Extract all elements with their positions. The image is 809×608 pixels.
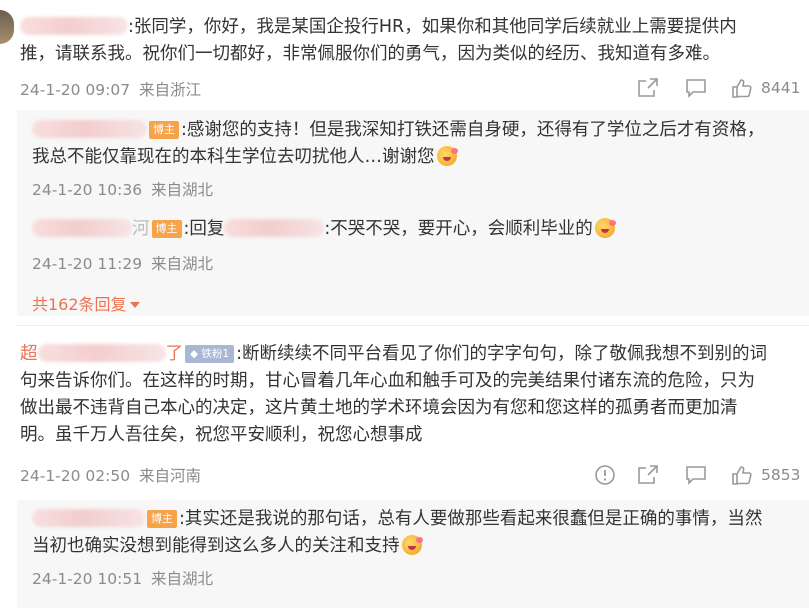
reply-name-tail[interactable]: 河 bbox=[132, 219, 150, 239]
reply-target-blurred[interactable] bbox=[224, 219, 325, 237]
comment-location: 来自河南 bbox=[139, 467, 202, 485]
comment-name-head[interactable]: 超 bbox=[20, 344, 38, 364]
reply-location: 来自湖北 bbox=[151, 255, 214, 273]
reply-meta: 24-1-20 11:29 来自湖北 bbox=[32, 253, 213, 275]
reply-prefix: :回复 bbox=[183, 219, 225, 239]
comment-location: 来自浙江 bbox=[139, 81, 202, 99]
avatar[interactable] bbox=[0, 10, 14, 44]
like-count: 5853 bbox=[761, 466, 801, 484]
divider bbox=[17, 325, 809, 326]
reply-line-1: :不哭不哭，要开心，会顺利毕业的 bbox=[324, 219, 593, 239]
comment-name-tail[interactable]: 了 bbox=[166, 344, 184, 364]
emoji-icon bbox=[594, 218, 616, 238]
username-blurred[interactable] bbox=[37, 344, 166, 362]
share-icon[interactable] bbox=[637, 465, 659, 485]
reply-date: 24-1-20 10:51 bbox=[32, 570, 143, 588]
comment-meta: 24-1-20 09:07 来自浙江 bbox=[20, 79, 201, 101]
host-badge: 博主 bbox=[149, 121, 179, 139]
username-blurred[interactable] bbox=[32, 509, 145, 527]
reply-line-2: 当初也确实没想到能得到这么多人的关注和支持 bbox=[32, 536, 400, 556]
reply-date: 24-1-20 10:36 bbox=[32, 181, 143, 199]
reply-location: 来自湖北 bbox=[151, 181, 214, 199]
chevron-down-icon bbox=[129, 302, 140, 308]
comment-line-4: 明。虽千万人吾往矣，祝您平安顺利，祝您心想事成 bbox=[20, 425, 423, 445]
host-badge: 博主 bbox=[147, 510, 177, 528]
more-replies-link[interactable]: 共162条回复 bbox=[32, 291, 140, 315]
comment-text: :张同学，你好，我是某国企投行HR，如果你和其他同学后续就业上需要提供内 推，请… bbox=[20, 14, 809, 68]
comment-icon[interactable] bbox=[685, 465, 707, 485]
replies-box-1: 博主:感谢您的支持！但是我深知打铁还需自身硬，还得有了学位之后才有资格， 我总不… bbox=[17, 110, 809, 316]
reply-line-1: :感谢您的支持！但是我深知打铁还需自身硬，还得有了学位之后才有资格， bbox=[181, 120, 765, 140]
reply-line-2: 我总不能仅靠现在的本科生学位去叨扰他人…谢谢您 bbox=[32, 147, 435, 167]
emoji-icon bbox=[401, 535, 423, 555]
comment-icon[interactable] bbox=[685, 78, 707, 98]
comment-date: 24-1-20 02:50 bbox=[20, 467, 131, 485]
emoji-icon bbox=[436, 146, 458, 166]
report-icon[interactable] bbox=[594, 464, 616, 486]
username-blurred[interactable] bbox=[20, 17, 128, 35]
reply-location: 来自湖北 bbox=[151, 570, 214, 588]
comment-actions: 8441 bbox=[637, 78, 800, 98]
share-icon[interactable] bbox=[637, 78, 659, 98]
comment-line-3: 做出最不违背自己本心的决定，这片黄土地的学术环境会因为有您和您这样的孤勇者而更加… bbox=[20, 398, 738, 418]
like-button[interactable]: 5853 bbox=[731, 465, 800, 485]
like-count: 8441 bbox=[761, 79, 801, 97]
comment-line-1: :断断续续不同平台看见了你们的字字句句，除了敬佩我想不到别的词 bbox=[236, 344, 768, 364]
reply-meta: 24-1-20 10:36 来自湖北 bbox=[32, 179, 213, 201]
like-button[interactable]: 8441 bbox=[731, 78, 800, 98]
thumbs-up-icon bbox=[731, 78, 753, 98]
host-badge: 博主 bbox=[151, 220, 182, 238]
comment-actions: 5853 bbox=[594, 464, 800, 486]
comment-text: 超 了 ◆ 铁粉1:断断续续不同平台看见了你们的字字句句，除了敬佩我想不到别的词 句… bbox=[20, 341, 809, 449]
fan-badge-label: 铁粉1 bbox=[201, 348, 230, 360]
comment-line-2: 句来告诉你们。在这样的时期，甘心冒着几年心血和触手可及的完美结果付诸东流的危险，… bbox=[20, 371, 755, 391]
username-blurred[interactable] bbox=[32, 120, 147, 138]
comment-line-2: 推，请联系我。祝你们一切都好，非常佩服你们的勇气，因为类似的经历、我知道有多难。 bbox=[20, 44, 720, 64]
reply-date: 24-1-20 11:29 bbox=[32, 255, 143, 273]
fan-badge: ◆ 铁粉1 bbox=[185, 345, 235, 363]
comment-meta: 24-1-20 02:50 来自河南 bbox=[20, 465, 201, 487]
thumbs-up-icon bbox=[731, 465, 753, 485]
replies-box-2: 博主:其实还是我说的那句话，总有人要做那些看起来很蠢但是正确的事情，当然 当初也… bbox=[17, 500, 809, 608]
comment-line-1: :张同学，你好，我是某国企投行HR，如果你和其他同学后续就业上需要提供内 bbox=[128, 17, 737, 37]
reply-text: 博主:其实还是我说的那句话，总有人要做那些看起来很蠢但是正确的事情，当然 当初也… bbox=[32, 506, 802, 560]
comment-date: 24-1-20 09:07 bbox=[20, 81, 131, 99]
reply-line-1: :其实还是我说的那句话，总有人要做那些看起来很蠢但是正确的事情，当然 bbox=[179, 509, 763, 529]
username-blurred[interactable] bbox=[32, 219, 132, 237]
more-replies-label: 共162条回复 bbox=[32, 295, 127, 314]
reply-text: 博主:感谢您的支持！但是我深知打铁还需自身硬，还得有了学位之后才有资格， 我总不… bbox=[32, 117, 802, 171]
reply-text: 河博主:回复 :不哭不哭，要开心，会顺利毕业的 bbox=[32, 216, 802, 243]
reply-meta: 24-1-20 10:51 来自湖北 bbox=[32, 568, 213, 590]
